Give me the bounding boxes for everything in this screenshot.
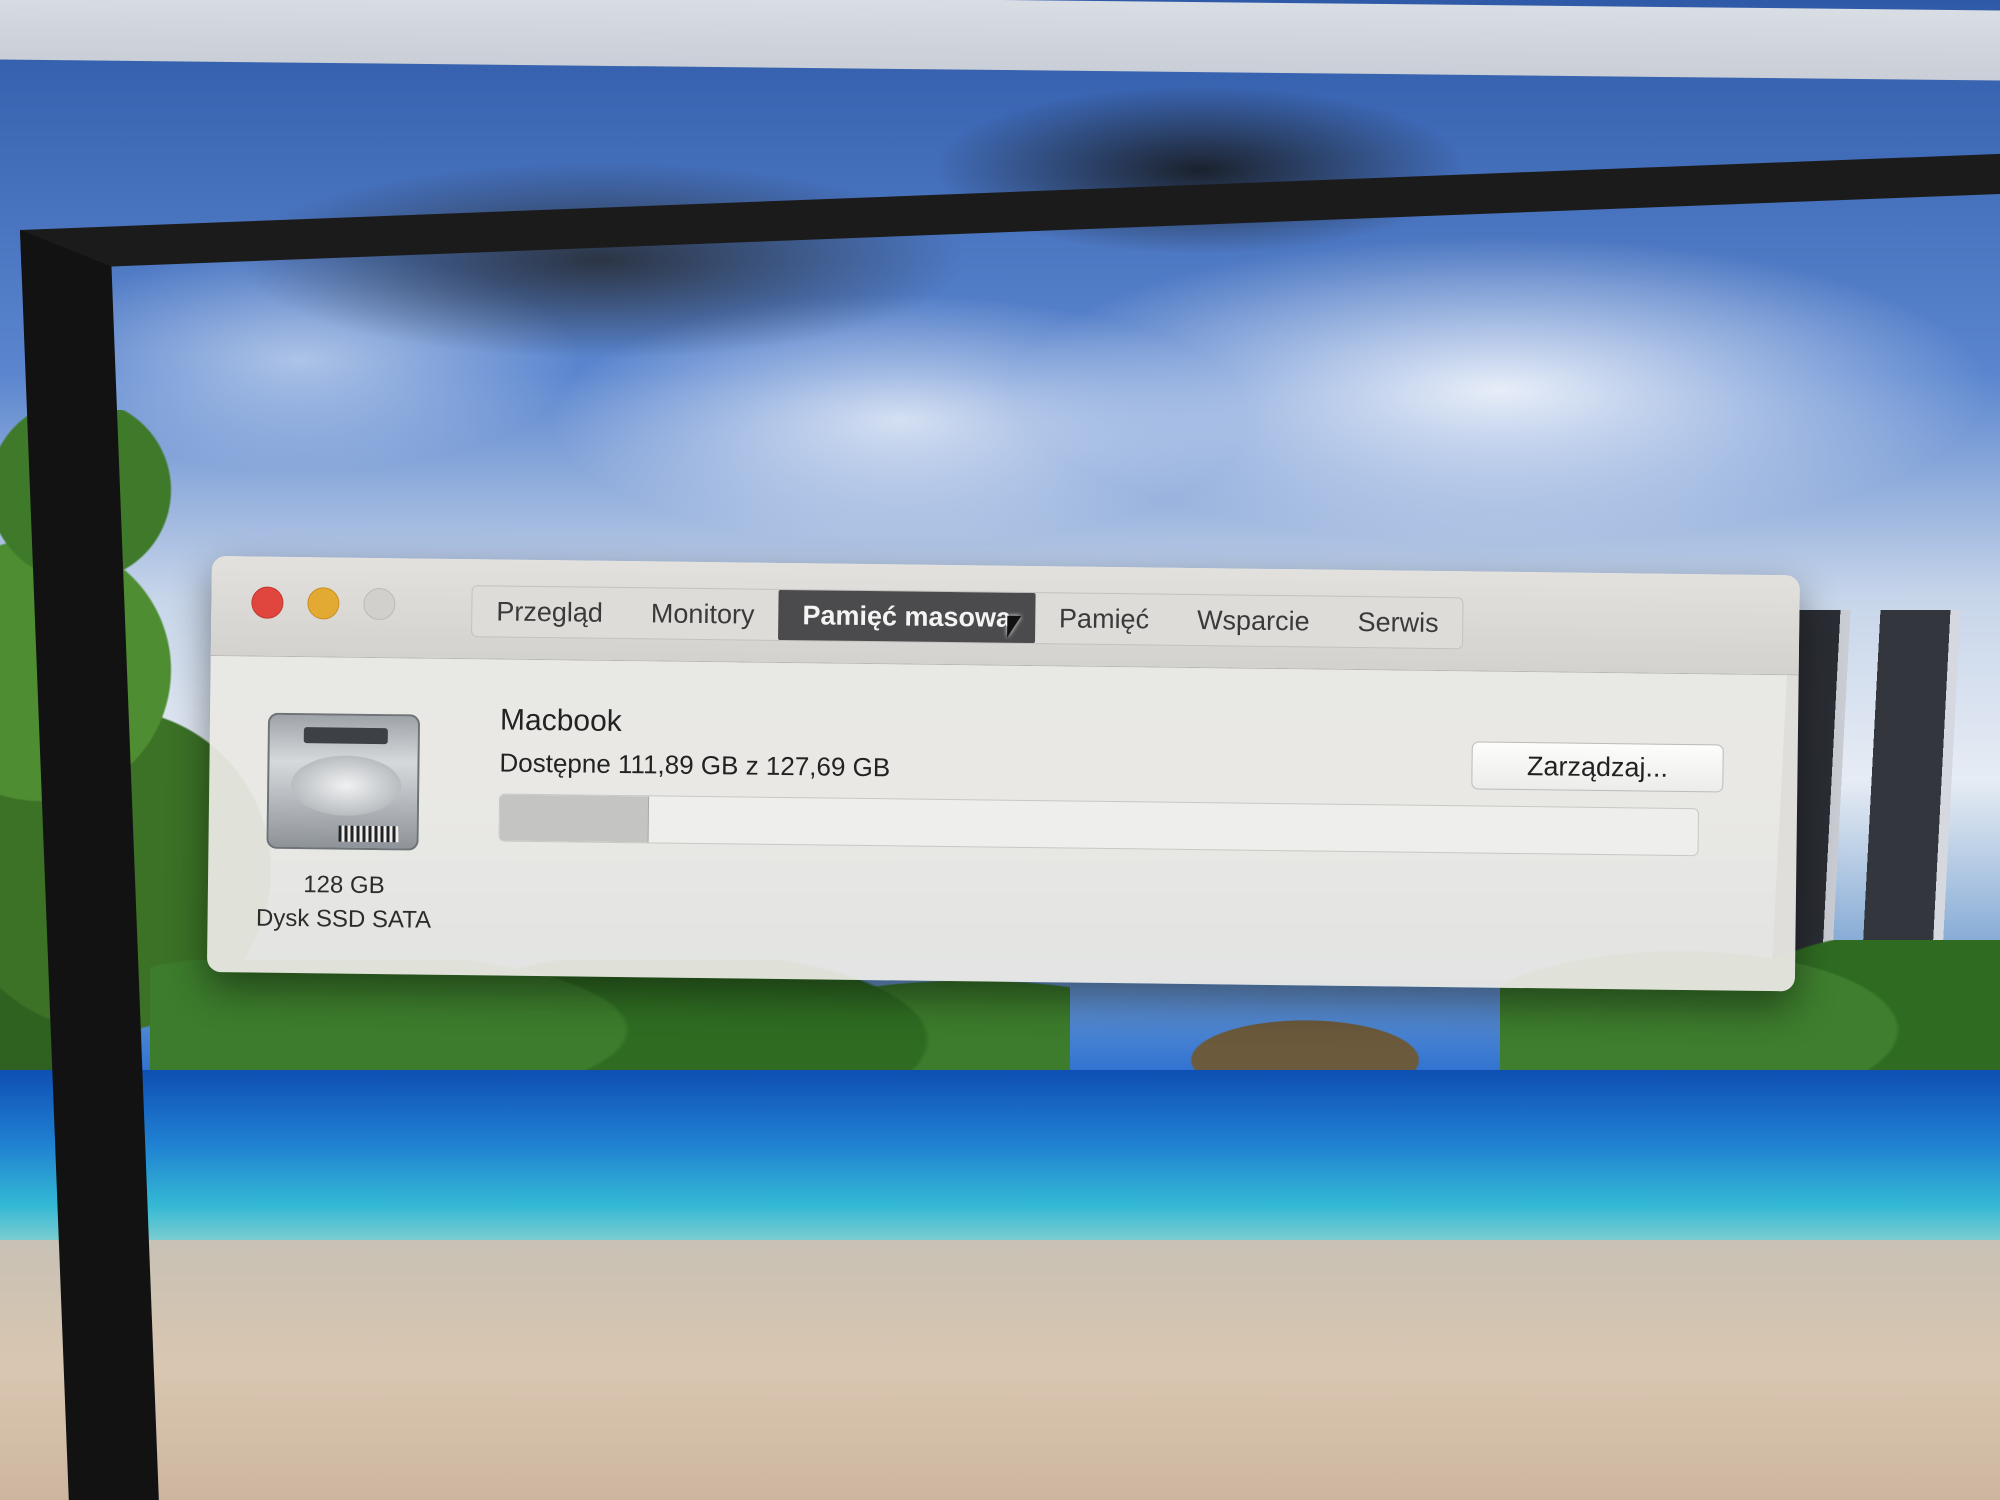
volume-name: Macbook <box>499 703 622 739</box>
drive-label-strip <box>303 727 388 745</box>
hard-drive-icon <box>266 712 421 851</box>
disk-capacity: 128 GB <box>303 871 385 900</box>
minimize-button[interactable] <box>307 587 340 620</box>
drive-platter <box>290 754 402 817</box>
tab-displays[interactable]: Monitory <box>627 588 779 640</box>
mouse-pointer-icon <box>1007 615 1022 638</box>
available-space: Dostępne 111,89 GB z 127,69 GB <box>499 747 891 783</box>
tab-service[interactable]: Serwis <box>1333 597 1463 649</box>
about-this-mac-window: Przegląd Monitory Pamięć masowa Pamięć W… <box>206 556 1800 992</box>
storage-usage-fill <box>499 794 649 843</box>
disk-kind: Dysk SSD SATA <box>255 904 432 934</box>
tab-overview[interactable]: Przegląd <box>472 586 627 638</box>
zoom-button <box>363 587 396 621</box>
drive-barcode <box>338 825 399 843</box>
window-titlebar: Przegląd Monitory Pamięć masowa Pamięć W… <box>210 556 1800 676</box>
tab-support[interactable]: Wsparcie <box>1173 595 1334 647</box>
close-button[interactable] <box>251 586 284 619</box>
tab-memory[interactable]: Pamięć <box>1035 593 1174 645</box>
storage-usage-bar <box>498 793 1700 857</box>
manage-button[interactable]: Zarządzaj... <box>1471 741 1724 793</box>
tab-storage[interactable]: Pamięć masowa <box>778 589 1036 644</box>
storage-panel: 128 GB Dysk SSD SATA Macbook Dostępne 11… <box>207 656 1799 991</box>
tab-bar: Przegląd Monitory Pamięć masowa Pamięć W… <box>471 585 1464 650</box>
